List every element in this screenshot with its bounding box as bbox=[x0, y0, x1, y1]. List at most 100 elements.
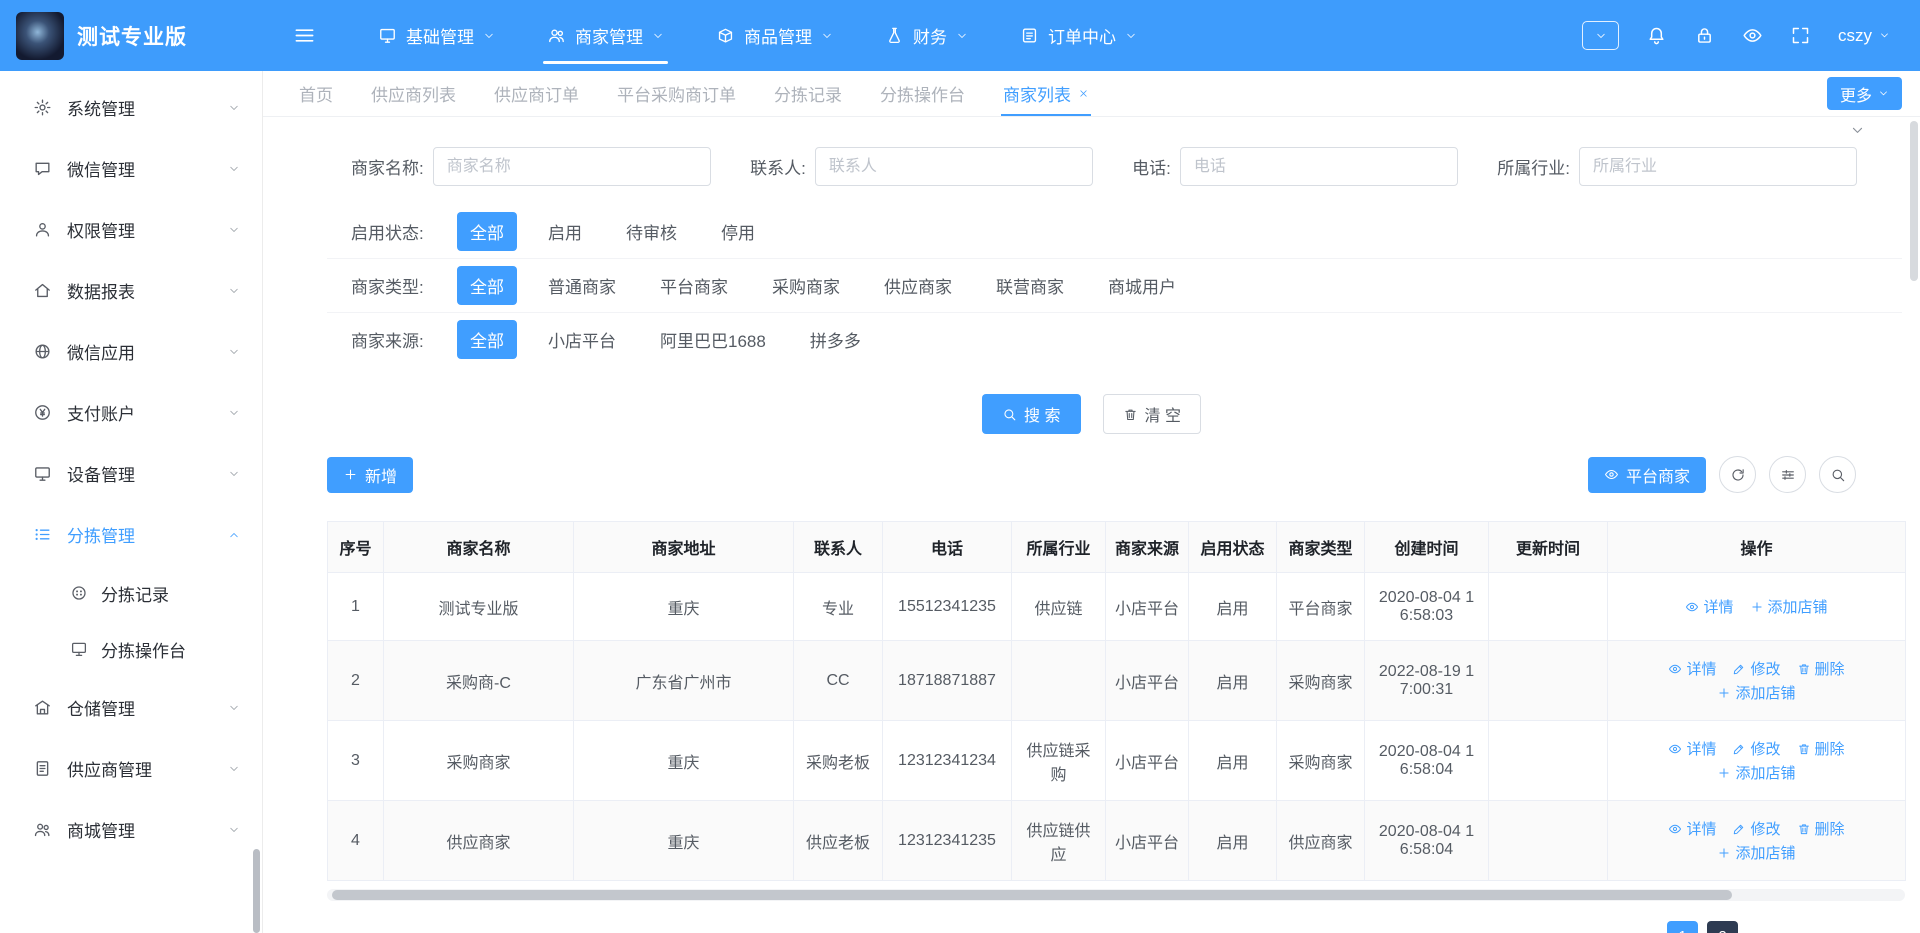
action-plus-link[interactable]: 添加店铺 bbox=[1750, 596, 1828, 617]
page-button-2[interactable]: 2 bbox=[1707, 921, 1738, 933]
filter-option[interactable]: 供应商家 bbox=[871, 266, 965, 305]
action-trash-link[interactable]: 删除 bbox=[1797, 738, 1845, 759]
platform-merchant-button[interactable]: 平台商家 bbox=[1587, 456, 1706, 493]
tab-item-5[interactable]: 分拣操作台 bbox=[880, 71, 965, 116]
sidebar-item-6[interactable]: 设备管理 bbox=[0, 443, 262, 504]
filter-option[interactable]: 商城用户 bbox=[1095, 266, 1189, 305]
column-header: 创建时间 bbox=[1364, 521, 1489, 573]
action-eye-link[interactable]: 详情 bbox=[1668, 818, 1716, 839]
action-edit-link[interactable]: 修改 bbox=[1732, 738, 1781, 759]
sidebar-item-0[interactable]: 系统管理 bbox=[0, 77, 262, 138]
filter-option[interactable]: 停用 bbox=[708, 212, 768, 251]
tab-item-2[interactable]: 供应商订单 bbox=[494, 71, 579, 116]
tab-item-0[interactable]: 首页 bbox=[299, 71, 333, 116]
close-icon[interactable] bbox=[1078, 88, 1089, 99]
filter-option[interactable]: 采购商家 bbox=[759, 266, 853, 305]
nav-item-1[interactable]: 商家管理 bbox=[521, 0, 690, 71]
filter-option[interactable]: 待审核 bbox=[613, 212, 690, 251]
merchant-table: 序号 商家名称 商家地址 联系人 电话 所属行业 商家来源 启用状态 商家类型 创建时间 更新时间操… bbox=[327, 521, 1906, 881]
eye-icon bbox=[1685, 600, 1699, 614]
nav-item-4[interactable]: 订单中心 bbox=[994, 0, 1163, 71]
filter-option[interactable]: 启用 bbox=[535, 212, 595, 251]
more-button-label: 更多 bbox=[1839, 87, 1872, 105]
action-trash-link[interactable]: 删除 bbox=[1797, 818, 1845, 839]
filter-option[interactable]: 普通商家 bbox=[535, 266, 629, 305]
action-trash-link[interactable]: 删除 bbox=[1797, 658, 1845, 679]
action-edit-link[interactable]: 修改 bbox=[1732, 818, 1781, 839]
vertical-scrollbar-thumb[interactable] bbox=[1910, 121, 1918, 281]
lock-icon[interactable] bbox=[1694, 25, 1715, 46]
filter-field-3: 所属行业: bbox=[1497, 147, 1857, 186]
cell-updated_at bbox=[1488, 800, 1608, 881]
sidebar-subitem-7-0[interactable]: 分拣记录 bbox=[0, 565, 262, 621]
plus-icon bbox=[1717, 846, 1731, 860]
sidebar-item-5[interactable]: 支付账户 bbox=[0, 382, 262, 443]
sidebar-subitem-7-1[interactable]: 分拣操作台 bbox=[0, 621, 262, 677]
action-plus-link[interactable]: 添加店铺 bbox=[1717, 842, 1796, 863]
cell-updated_at bbox=[1488, 720, 1608, 801]
cell-actions: 详情 添加店铺 bbox=[1607, 572, 1906, 641]
users-icon bbox=[547, 26, 566, 45]
action-plus-link[interactable]: 添加店铺 bbox=[1717, 762, 1796, 783]
chevron-down-icon bbox=[956, 30, 968, 42]
add-button[interactable]: 新增 bbox=[327, 456, 414, 493]
filter-option[interactable]: 联营商家 bbox=[983, 266, 1077, 305]
clear-button[interactable]: 清 空 bbox=[1102, 394, 1201, 434]
horizontal-scrollbar-thumb[interactable] bbox=[332, 890, 1732, 900]
filter-option[interactable]: 平台商家 bbox=[647, 266, 741, 305]
column-header: 启用状态 bbox=[1188, 521, 1277, 573]
cell-name: 供应商家 bbox=[383, 800, 574, 881]
user-menu[interactable]: cszy bbox=[1838, 26, 1890, 46]
search-button[interactable]: 搜 索 bbox=[982, 394, 1081, 434]
tab-item-1[interactable]: 供应商列表 bbox=[371, 71, 456, 116]
notification-icon[interactable] bbox=[1646, 25, 1667, 46]
sidebar-item-8[interactable]: 仓储管理 bbox=[0, 677, 262, 738]
filter-option[interactable]: 全部 bbox=[457, 266, 517, 305]
filter-option[interactable]: 全部 bbox=[457, 211, 517, 251]
action-edit-link[interactable]: 修改 bbox=[1732, 658, 1781, 679]
sidebar-item-7[interactable]: 分拣管理 bbox=[0, 504, 262, 565]
nav-item-2[interactable]: 商品管理 bbox=[690, 0, 859, 71]
action-plus-link[interactable]: 添加店铺 bbox=[1717, 682, 1796, 703]
filter-option[interactable]: 阿里巴巴1688 bbox=[647, 320, 779, 359]
cell-name: 测试专业版 bbox=[383, 572, 574, 641]
nav-item-3[interactable]: 财务 bbox=[859, 0, 994, 71]
more-button[interactable]: 更多 bbox=[1826, 77, 1902, 110]
sidebar-item-label: 数据报表 bbox=[67, 283, 135, 302]
collapse-filters-icon[interactable] bbox=[1850, 123, 1865, 138]
tab-item-4[interactable]: 分拣记录 bbox=[774, 71, 842, 116]
filter-input-0[interactable] bbox=[432, 147, 711, 186]
filter-input-3[interactable] bbox=[1578, 147, 1857, 186]
sidebar-scrollbar-thumb[interactable] bbox=[253, 849, 260, 933]
page-button-1[interactable]: 1 bbox=[1667, 921, 1698, 933]
sidebar-item-2[interactable]: 权限管理 bbox=[0, 199, 262, 260]
sidebar-item-1[interactable]: 微信管理 bbox=[0, 138, 262, 199]
filter-option[interactable]: 全部 bbox=[457, 320, 517, 359]
nav-item-0[interactable]: 基础管理 bbox=[352, 0, 521, 71]
eye-icon[interactable] bbox=[1742, 25, 1763, 46]
filter-input-2[interactable] bbox=[1179, 147, 1458, 186]
table-search-button[interactable] bbox=[1819, 456, 1856, 493]
header-dropdown[interactable] bbox=[1582, 21, 1619, 50]
filter-group-1: 商家类型: 全部 普通商家 平台商家 采购商家 供应商家 联营商家 商城用户 bbox=[327, 258, 1902, 312]
fullscreen-icon[interactable] bbox=[1790, 25, 1811, 46]
cell-industry: 供应链供应 bbox=[1011, 800, 1106, 881]
refresh-button[interactable] bbox=[1719, 456, 1756, 493]
action-eye-link[interactable]: 详情 bbox=[1685, 596, 1734, 617]
filter-option[interactable]: 拼多多 bbox=[797, 320, 874, 359]
action-eye-link[interactable]: 详情 bbox=[1668, 658, 1716, 679]
chevron-down-icon bbox=[1125, 30, 1137, 42]
filter-option[interactable]: 小店平台 bbox=[535, 320, 629, 359]
menu-toggle-icon[interactable] bbox=[293, 24, 316, 47]
tab-item-3[interactable]: 平台采购商订单 bbox=[617, 71, 736, 116]
sidebar-item-3[interactable]: 数据报表 bbox=[0, 260, 262, 321]
sidebar-item-10[interactable]: 商城管理 bbox=[0, 799, 262, 860]
tab-item-6[interactable]: 商家列表 bbox=[1001, 71, 1091, 116]
sidebar-item-9[interactable]: 供应商管理 bbox=[0, 738, 262, 799]
sortlist-icon bbox=[33, 525, 52, 544]
sidebar-item-4[interactable]: 微信应用 bbox=[0, 321, 262, 382]
column-settings-button[interactable] bbox=[1769, 456, 1806, 493]
filter-input-1[interactable] bbox=[814, 147, 1093, 186]
action-eye-link[interactable]: 详情 bbox=[1668, 738, 1716, 759]
sidebar-item-label: 系统管理 bbox=[67, 100, 135, 119]
